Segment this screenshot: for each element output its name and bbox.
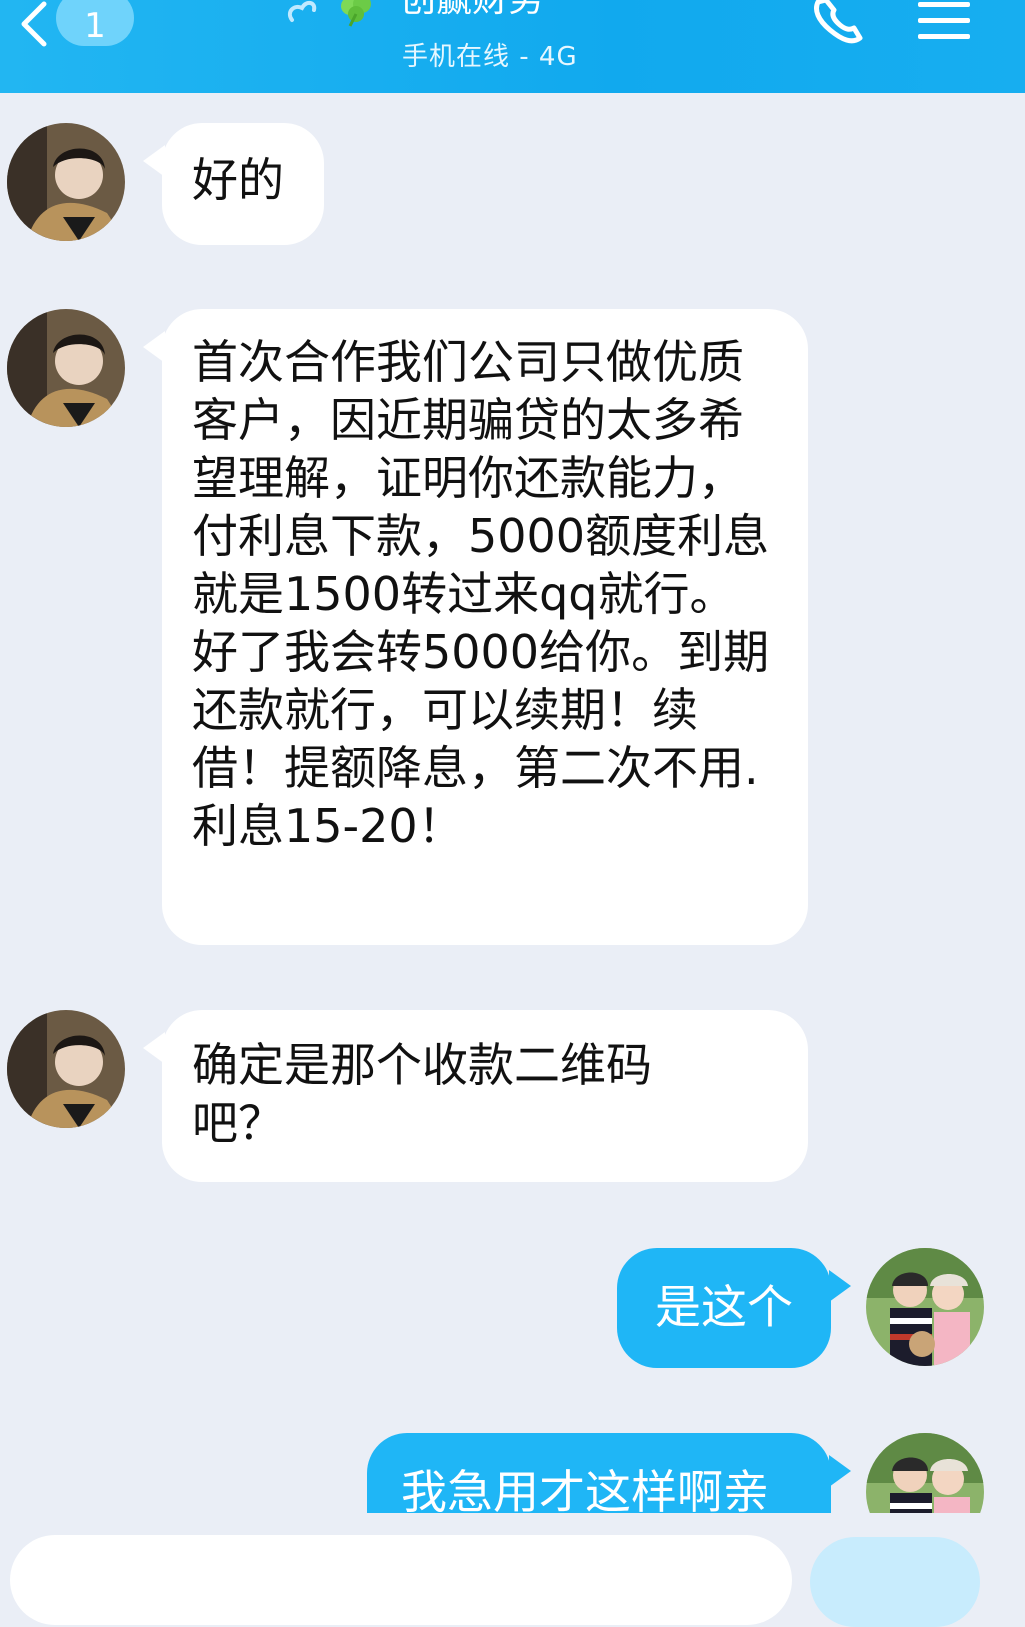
chevron-left-icon: [21, 1, 47, 47]
back-button[interactable]: 1: [8, 0, 134, 54]
chat-title: 创赢财务: [400, 0, 544, 30]
unread-badge: 1: [56, 0, 134, 46]
contact-avatar[interactable]: [7, 309, 125, 427]
message-bubble[interactable]: 确定是那个收款二维码吧？: [162, 1010, 808, 1182]
message-input[interactable]: [10, 1535, 792, 1625]
message-bubble[interactable]: 首次合作我们公司只做优质客户，因近期骗贷的太多希望理解，证明你还款能力，付利息下…: [162, 309, 808, 945]
bubble-tail: [829, 1455, 851, 1487]
title-area[interactable]: 创赢财务: [280, 0, 640, 30]
message-text: 首次合作我们公司只做优质客户，因近期骗贷的太多希望理解，证明你还款能力，付利息下…: [192, 335, 770, 853]
message-text: 好的: [192, 153, 284, 207]
message-text: 我急用才这样啊亲: [401, 1465, 769, 1513]
my-message-bubble[interactable]: 是这个: [617, 1248, 831, 1368]
my-avatar[interactable]: [866, 1433, 984, 1513]
message-list[interactable]: 好的 首次合作我们公司只做优质客户，因近期骗贷的太多希望理解，证明你还款能力，付…: [0, 93, 1025, 1513]
input-bar: [0, 1513, 1025, 1627]
bubble-tail: [829, 1270, 851, 1302]
my-message-bubble[interactable]: 我急用才这样啊亲: [367, 1433, 831, 1513]
phone-icon[interactable]: [810, 0, 866, 46]
message-text: 确定是那个收款二维码吧？: [192, 1038, 652, 1150]
chat-header: 1 创赢财务 手机在线 - 4G: [0, 0, 1025, 93]
message-text: 是这个: [655, 1280, 793, 1334]
contact-avatar[interactable]: [7, 123, 125, 241]
clover-leaf-icon: [287, 0, 371, 27]
message-bubble[interactable]: 好的: [162, 123, 324, 245]
send-button[interactable]: [810, 1537, 980, 1627]
online-status: 手机在线 - 4G: [402, 42, 578, 72]
my-avatar[interactable]: [866, 1248, 984, 1366]
contact-avatar[interactable]: [7, 1010, 125, 1128]
hamburger-menu-icon[interactable]: [918, 0, 972, 44]
